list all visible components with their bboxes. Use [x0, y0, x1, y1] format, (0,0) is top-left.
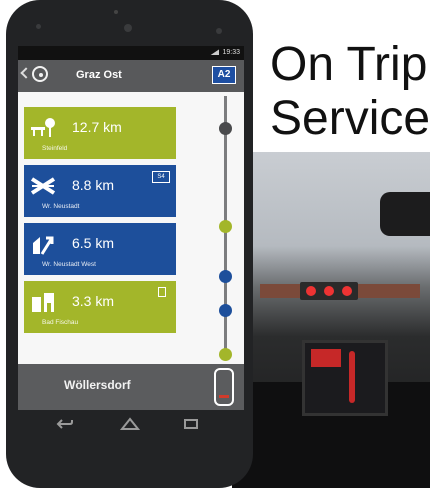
item-distance: 8.8 km [72, 177, 115, 193]
lock-icon [158, 287, 166, 297]
position-marker [219, 395, 229, 398]
list-item[interactable]: 8.8 km S4 Wr. Neustadt [24, 165, 176, 217]
back-icon[interactable] [20, 67, 32, 79]
header-bar: Graz Ost A2 [18, 60, 244, 92]
track-marker [219, 304, 232, 317]
route-line [349, 351, 355, 403]
item-name: Wr. Neustadt West [42, 261, 96, 268]
in-car-navigation-screen [302, 340, 388, 416]
list-item[interactable]: 12.7 km Steinfeld [24, 107, 176, 159]
phone-speaker [114, 10, 118, 14]
steering-wheel-icon[interactable] [32, 66, 48, 82]
header-title: Graz Ost [76, 69, 122, 81]
item-name: Wr. Neustadt [42, 203, 80, 210]
highway-badge: A2 [212, 66, 236, 84]
status-time: 19:33 [222, 49, 240, 56]
status-bar: 19:33 [18, 46, 244, 60]
track-marker [219, 348, 232, 361]
home-nav-icon[interactable] [120, 417, 140, 431]
exit-icon [33, 236, 54, 255]
back-nav-icon[interactable] [56, 418, 74, 430]
item-name: Bad Fischau [42, 319, 79, 326]
headline-line-2: Service [270, 92, 430, 145]
proximity-sensor [36, 24, 41, 29]
headline-line-1: On Trip [270, 38, 428, 91]
rearview-mirror [380, 192, 430, 236]
track-marker [219, 220, 232, 233]
item-distance: 6.5 km [72, 235, 115, 251]
item-distance: 12.7 km [72, 119, 122, 135]
interchange-icon [30, 177, 56, 195]
list-item[interactable]: 3.3 km Bad Fischau [24, 281, 176, 333]
recents-nav-icon[interactable] [184, 419, 198, 429]
car-interior-photo [232, 152, 430, 488]
front-camera [124, 24, 132, 32]
service-station-icon [32, 293, 54, 312]
position-slider[interactable] [214, 368, 234, 406]
destination-label: Wöllersdorf [64, 378, 131, 392]
destination-bar[interactable]: Wöllersdorf [18, 364, 244, 410]
warning-icon [311, 349, 341, 367]
item-distance: 3.3 km [72, 293, 115, 309]
track-marker [219, 270, 232, 283]
android-nav-bar [18, 410, 244, 438]
light-sensor [216, 28, 222, 34]
phone-screen: 19:33 Graz Ost A2 12.7 km Steinfeld 8.8 … [18, 46, 244, 410]
list-item[interactable]: 6.5 km Wr. Neustadt West [24, 223, 176, 275]
signal-icon [210, 49, 220, 56]
rest-area-icon [31, 118, 55, 137]
road-badge: S4 [152, 171, 170, 183]
headline: On Trip Service [270, 38, 430, 146]
track-marker [219, 122, 232, 135]
traffic-lights [300, 282, 358, 300]
item-name: Steinfeld [42, 145, 68, 152]
